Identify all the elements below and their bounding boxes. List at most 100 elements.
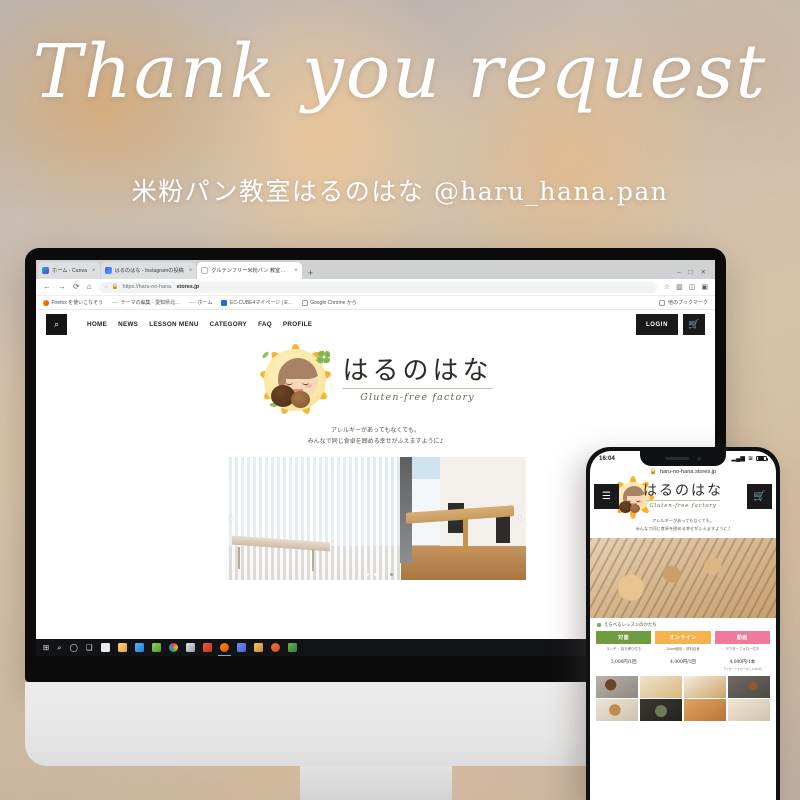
close-window-button[interactable]: ✕: [701, 268, 706, 276]
close-icon[interactable]: ×: [92, 268, 96, 274]
gallery-item[interactable]: [683, 699, 727, 722]
nav-item-profile[interactable]: PROFILE: [283, 321, 312, 328]
cart-icon[interactable]: 🛒: [747, 483, 772, 509]
cart-icon[interactable]: 🛒: [683, 314, 705, 335]
bookmark-item[interactable]: — テーマの編集 - 愛知県北…: [112, 299, 181, 307]
window-controls: – □ ✕: [670, 268, 713, 279]
nav-item-faq[interactable]: FAQ: [258, 321, 272, 328]
price-card[interactable]: 動画 アフターフォロー付き 4,000円/1本 アフターフォローなら 3,000…: [714, 630, 770, 671]
nav-item-home[interactable]: HOME: [87, 321, 107, 328]
task-view-icon[interactable]: ❑: [86, 644, 93, 652]
bookmark-item[interactable]: — ホーム: [189, 299, 212, 307]
star-icon[interactable]: ☆: [664, 283, 670, 291]
phone-tagline-line-2: みんなで同じ食卓を囲める幸せがふえますように♪: [635, 525, 731, 531]
hero-carousel[interactable]: ‹ ›: [225, 457, 526, 580]
gallery-item[interactable]: [683, 675, 727, 698]
nav-item-category[interactable]: CATEGORY: [210, 321, 247, 328]
maximize-button[interactable]: □: [689, 269, 693, 276]
search-icon[interactable]: ⌕: [46, 314, 67, 335]
carousel-dot[interactable]: [382, 573, 385, 576]
gallery-item[interactable]: [596, 699, 639, 722]
carousel-dot[interactable]: [366, 573, 369, 576]
app-icon[interactable]: [287, 643, 297, 652]
split-screen-icon[interactable]: ◫: [689, 283, 696, 291]
yt-icon[interactable]: [151, 643, 161, 652]
browser-tab-strip: ホーム - Canva × はるのはな - Instagramの投稿 × グルテ…: [36, 260, 715, 279]
firefox-icon[interactable]: [217, 643, 231, 656]
phone-address-bar[interactable]: 🔒 haru-no-hana.stores.jp: [590, 466, 776, 478]
browser-tab-active[interactable]: グルテンフリー米粉パン 教室・販売 ×: [197, 262, 302, 279]
new-tab-button[interactable]: +: [303, 268, 318, 279]
carousel-dot[interactable]: [358, 573, 361, 576]
browser-tab[interactable]: はるのはな - Instagramの投稿 ×: [100, 262, 197, 279]
close-icon[interactable]: ×: [189, 268, 193, 274]
site-icon: [201, 267, 209, 274]
lock-icon: 🔒: [111, 284, 119, 290]
music-icon[interactable]: [270, 643, 280, 652]
gallery-item[interactable]: [639, 699, 683, 722]
lock-icon: 🔒: [649, 469, 657, 475]
reload-icon[interactable]: ⟳: [73, 283, 80, 291]
store-icon[interactable]: [185, 643, 195, 652]
gallery-item[interactable]: [596, 675, 639, 698]
home-icon[interactable]: ⌂: [87, 283, 92, 291]
nav-item-lesson-menu[interactable]: LESSON MENU: [149, 321, 198, 328]
phone-tagline-line-1: アレルギーがあってもなくても。: [651, 518, 715, 523]
bread-gallery-grid: [590, 671, 776, 722]
file-explorer-icon[interactable]: [117, 643, 127, 652]
other-bookmarks-button[interactable]: 他のブックマーク: [659, 299, 708, 306]
chevron-left-icon[interactable]: ‹: [230, 513, 234, 525]
url-text: https://haru-no-hana.: [122, 284, 173, 290]
gallery-item[interactable]: [639, 675, 683, 698]
front-camera-icon: [697, 456, 701, 461]
site-tagline: アレルギーがあってもなくても。 みんなで同じ食卓を囲める幸せがふえますように♪: [36, 426, 715, 447]
chevron-right-icon[interactable]: ›: [518, 513, 522, 525]
carousel-dot[interactable]: [374, 573, 377, 576]
dash-icon: —: [112, 299, 119, 306]
tagline-line-1: アレルギーがあってもなくても。: [331, 427, 420, 434]
price-card[interactable]: オンライン Zoom使用・ 材料自身 4,000円/1回: [655, 630, 711, 671]
eccube-icon: [221, 299, 228, 306]
explorer-icon[interactable]: [100, 643, 110, 652]
toolbox-icon[interactable]: [253, 643, 263, 652]
collections-icon[interactable]: ▥: [676, 283, 683, 291]
office-icon[interactable]: [202, 643, 212, 652]
bookmark-item[interactable]: Firefox を使いこなそう: [43, 299, 103, 306]
address-bar[interactable]: ◌ 🔒 https://haru-no-hana. stores.jp: [98, 281, 657, 293]
profile-icon[interactable]: ▣: [701, 283, 708, 291]
header-actions: LOGIN 🛒: [636, 314, 705, 335]
browser-tab[interactable]: ホーム - Canva ×: [38, 262, 100, 279]
bookmark-item[interactable]: Google Chrome から: [301, 299, 357, 306]
chrome-icon[interactable]: [168, 643, 178, 652]
gallery-item[interactable]: [727, 675, 770, 698]
site-navigation: HOME NEWS LESSON MENU CATEGORY FAQ PROFI…: [87, 321, 312, 328]
teams-icon[interactable]: [236, 643, 246, 652]
close-icon[interactable]: ×: [294, 268, 298, 274]
back-icon[interactable]: ←: [43, 283, 51, 291]
minimize-button[interactable]: –: [677, 269, 681, 276]
bookmark-label: テーマの編集 - 愛知県北…: [120, 300, 181, 306]
bookmark-item[interactable]: EC-CUBE4マイページ | E…: [221, 299, 293, 306]
price-subtitle: Zoom使用・ 材料自身: [666, 646, 700, 651]
forward-icon[interactable]: →: [58, 283, 66, 291]
price-subtitle: アフターフォロー付き: [725, 646, 760, 651]
carousel-dot-active[interactable]: [390, 573, 393, 576]
hamburger-menu-icon[interactable]: ☰: [594, 483, 619, 509]
site-header: ⌕ HOME NEWS LESSON MENU CATEGORY FAQ PRO…: [36, 310, 715, 339]
price-badge: 動画: [714, 630, 770, 644]
phone-logo-jp: はるのはな: [643, 482, 723, 499]
gallery-item[interactable]: [727, 699, 770, 722]
cortana-icon[interactable]: ◯: [70, 644, 78, 652]
phone-url-text: haru-no-hana.stores.jp: [659, 469, 717, 475]
canva-icon: [42, 267, 49, 274]
search-icon[interactable]: ⌕: [57, 644, 61, 652]
login-button[interactable]: LOGIN: [636, 314, 678, 335]
page-subtitle: 米粉パン教室はるのはな @haru_hana.pan: [131, 177, 669, 206]
logo-text-jp: はるのはな: [342, 355, 493, 386]
site-logo-block: はるのはな Gluten-free factory アレルギーがあってもなくても…: [36, 339, 715, 447]
nav-item-news[interactable]: NEWS: [118, 321, 138, 328]
phone-logo[interactable]: はるのはな Gluten-free factory: [619, 484, 747, 509]
mail-icon[interactable]: [134, 643, 144, 652]
windows-start-icon[interactable]: ⊞: [43, 644, 49, 652]
price-card[interactable]: 対面 ランチ・ 持ち帰り付き 5,000円/1回: [596, 630, 652, 671]
